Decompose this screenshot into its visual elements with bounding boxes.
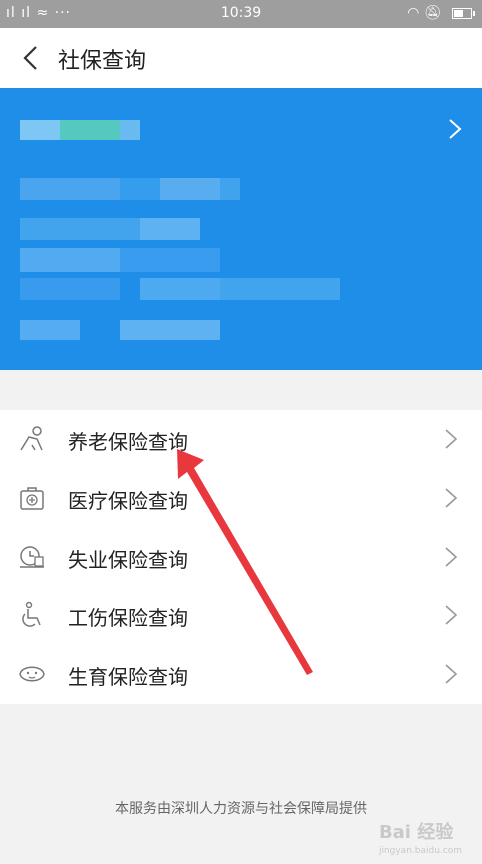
chevron-right-icon [445,546,458,567]
chevron-right-icon[interactable] [448,118,462,140]
mute-bell-icon: 🔕︎ [423,5,442,21]
blurred-info [20,278,120,300]
blurred-info [120,178,160,200]
page-title: 社保查询 [58,49,147,74]
blurred-info [20,218,140,240]
status-bar: ıl ıl ≈ ··· 10:39 ◠ 🔕︎ [0,0,482,28]
chevron-right-icon [445,664,458,684]
blurred-info [20,248,120,272]
menu-item-medical[interactable]: 医疗保险查询 [0,469,482,528]
menu-item-unemployment[interactable]: 失业保险查询 [0,528,482,587]
menu-item-label: 医疗保险查询 [68,488,188,513]
baby-icon [19,666,45,682]
medical-kit-icon [20,487,44,510]
status-icons: ◠ 🔕︎ [407,5,475,21]
watermark-brand: Bai 经验 [378,822,454,843]
watermark-url: jingyan.baidu.com [378,846,462,856]
blurred-info [140,218,200,240]
blurred-info [140,278,220,300]
menu-item-label: 工伤保险查询 [68,606,188,631]
blurred-info [220,278,340,300]
back-arrow-icon[interactable] [16,42,48,74]
wheelchair-icon [22,602,41,628]
elderly-person-icon [20,426,43,451]
blurred-info [20,120,60,140]
insurance-menu: 养老保险查询 医疗保险查询 失业保险查询 工伤保险查询 生育保险查询 [0,410,482,704]
battery-icon [452,7,475,19]
blurred-info [120,320,220,340]
clock-laptop-icon [20,545,44,568]
menu-item-label: 失业保险查询 [68,547,188,572]
chevron-right-icon [445,429,458,449]
baidu-jingyan-watermark: Bai 经验 jingyan.baidu.com [379,818,462,856]
menu-item-label: 养老保险查询 [68,430,188,454]
menu-item-pension[interactable]: 养老保险查询 [0,410,482,469]
chevron-right-icon [445,488,458,508]
menu-item-maternity[interactable]: 生育保险查询 [0,645,482,704]
blurred-info [160,178,220,200]
provider-footer: 本服务由深圳人力资源与社会保障局提供 [115,801,367,817]
menu-item-work-injury[interactable]: 工伤保险查询 [0,586,482,645]
blurred-info [220,178,240,200]
blurred-info [20,178,120,200]
chevron-right-icon [445,605,458,625]
account-banner[interactable] [0,88,482,370]
menu-item-label: 生育保险查询 [68,665,188,690]
app-bar: 社保查询 [0,28,482,89]
blurred-info [120,248,220,272]
headset-icon: ◠ [407,5,420,21]
blurred-info [60,120,120,140]
blurred-info [120,120,140,140]
blurred-info [20,320,80,340]
